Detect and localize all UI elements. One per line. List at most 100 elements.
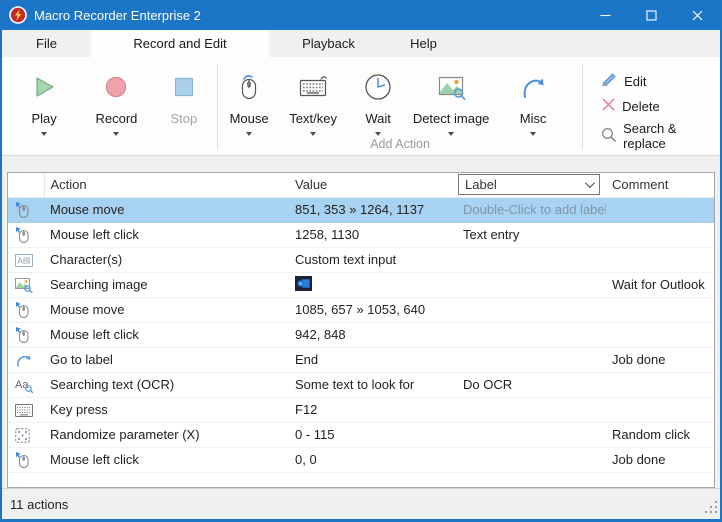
table-row[interactable]: Searching imageWait for Outlook — [8, 272, 714, 297]
value-cell: 0 - 115 — [289, 422, 457, 447]
svg-text:Aa: Aa — [15, 379, 29, 391]
table-header-row: Action Value Label Comment — [8, 173, 714, 197]
delete-button[interactable]: Delete — [601, 97, 720, 115]
tab-record-and-edit[interactable]: Record and Edit — [91, 30, 269, 57]
label-cell[interactable]: Double-Click to add label — [457, 197, 606, 222]
detect-image-label: Detect image — [413, 111, 490, 126]
label-cell[interactable] — [457, 447, 606, 472]
comment-cell — [606, 397, 714, 422]
table-row[interactable]: Mouse left click0, 0Job done — [8, 447, 714, 472]
action-cell: Searching text (OCR) — [44, 372, 289, 397]
ribbon-toolbar: Play Record Stop — [2, 57, 720, 156]
table-row[interactable]: Randomize parameter (X)0 - 115Random cli… — [8, 422, 714, 447]
record-label: Record — [95, 111, 137, 126]
tab-file[interactable]: File — [2, 30, 91, 57]
wait-label: Wait — [365, 111, 391, 126]
close-button[interactable] — [674, 0, 720, 30]
comment-cell — [606, 247, 714, 272]
stop-label: Stop — [170, 111, 197, 126]
value-cell: Some text to look for — [289, 372, 457, 397]
dropdown-caret-icon[interactable] — [246, 132, 252, 136]
action-list-panel: Action Value Label Comment Mouse move851… — [7, 172, 715, 488]
action-table-body: Mouse move851, 353 » 1264, 1137Double-Cl… — [8, 197, 714, 472]
value-cell: Custom text input — [289, 247, 457, 272]
action-column-header[interactable]: Action — [44, 173, 289, 197]
dropdown-caret-icon[interactable] — [375, 132, 381, 136]
char-box-icon: AB — [15, 254, 33, 267]
stop-icon — [171, 68, 197, 106]
edit-button[interactable]: Edit — [601, 71, 720, 91]
edit-label: Edit — [624, 74, 646, 89]
misc-label: Misc — [520, 111, 547, 126]
chevron-down-icon — [585, 178, 595, 188]
action-cell: Mouse move — [44, 197, 289, 222]
comment-cell: Job done — [606, 347, 714, 372]
label-column-header: Label — [457, 173, 606, 197]
goto-arrow-icon — [15, 353, 32, 368]
toolbar-separator — [582, 63, 583, 149]
action-cell: Searching image — [44, 272, 289, 297]
image-thumbnail — [295, 276, 312, 291]
action-cell: Mouse left click — [44, 447, 289, 472]
label-cell[interactable]: Text entry — [457, 222, 606, 247]
table-row[interactable]: Aa Searching text (OCR)Some text to look … — [8, 372, 714, 397]
action-cell: Mouse left click — [44, 322, 289, 347]
table-row[interactable]: Go to labelEndJob done — [8, 347, 714, 372]
play-icon — [31, 68, 57, 106]
table-row[interactable]: ABCharacter(s)Custom text input — [8, 247, 714, 272]
comment-cell — [606, 222, 714, 247]
label-cell[interactable] — [457, 247, 606, 272]
label-cell[interactable]: Do OCR — [457, 372, 606, 397]
label-filter-dropdown[interactable]: Label — [458, 174, 600, 195]
search-replace-label: Search & replace — [623, 121, 720, 151]
action-cell: Mouse move — [44, 297, 289, 322]
maximize-button[interactable] — [628, 0, 674, 30]
table-row[interactable]: Mouse move851, 353 » 1264, 1137Double-Cl… — [8, 197, 714, 222]
label-dropdown-value: Label — [465, 177, 497, 192]
magnifier-icon — [601, 127, 617, 146]
table-row[interactable]: Mouse left click1258, 1130Text entry — [8, 222, 714, 247]
table-row[interactable]: Key pressF12 — [8, 397, 714, 422]
value-cell: 0, 0 — [289, 447, 457, 472]
mouse-icon — [15, 201, 31, 218]
mouse-icon — [236, 68, 262, 106]
mouse-label: Mouse — [230, 111, 269, 126]
label-cell[interactable] — [457, 347, 606, 372]
dropdown-caret-icon[interactable] — [310, 132, 316, 136]
dropdown-caret-icon[interactable] — [41, 132, 47, 136]
play-button[interactable]: Play — [8, 57, 80, 155]
dropdown-caret-icon[interactable] — [530, 132, 536, 136]
pencil-icon — [601, 71, 618, 91]
label-cell[interactable] — [457, 422, 606, 447]
value-cell: End — [289, 347, 457, 372]
dropdown-caret-icon[interactable] — [113, 132, 119, 136]
resize-grip[interactable] — [705, 501, 718, 517]
play-label: Play — [32, 111, 57, 126]
record-button[interactable]: Record — [80, 57, 152, 155]
delete-label: Delete — [622, 99, 660, 114]
table-row[interactable]: Mouse left click942, 848 — [8, 322, 714, 347]
add-action-group-label: Add Action — [220, 137, 580, 151]
tab-help[interactable]: Help — [388, 30, 459, 57]
dropdown-caret-icon[interactable] — [448, 132, 454, 136]
value-column-header[interactable]: Value — [289, 173, 457, 197]
minimize-button[interactable] — [582, 0, 628, 30]
label-cell[interactable] — [457, 322, 606, 347]
action-table: Action Value Label Comment Mouse move851… — [8, 173, 714, 473]
comment-cell — [606, 372, 714, 397]
mouse-icon — [15, 326, 31, 343]
label-cell[interactable] — [457, 397, 606, 422]
toolbar-separator — [217, 63, 218, 149]
value-cell: 851, 353 » 1264, 1137 — [289, 197, 457, 222]
delete-x-icon — [601, 97, 616, 115]
stop-button[interactable]: Stop — [153, 57, 216, 155]
tab-playback[interactable]: Playback — [269, 30, 388, 57]
search-replace-button[interactable]: Search & replace — [601, 121, 720, 151]
mouse-icon — [15, 226, 31, 243]
clock-icon — [363, 68, 393, 106]
label-cell[interactable] — [457, 297, 606, 322]
table-row[interactable]: Mouse move1085, 657 » 1053, 640 — [8, 297, 714, 322]
label-cell[interactable] — [457, 272, 606, 297]
comment-column-header[interactable]: Comment — [606, 173, 714, 197]
value-cell: 1085, 657 » 1053, 640 — [289, 297, 457, 322]
